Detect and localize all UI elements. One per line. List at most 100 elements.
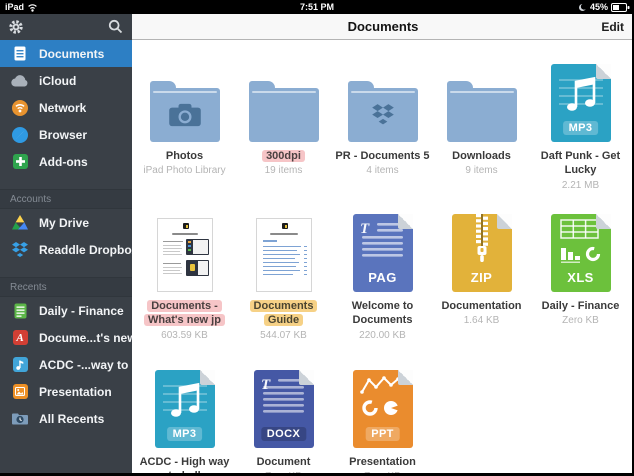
recent-item-label: All Recents xyxy=(39,411,105,426)
page-corner-fold xyxy=(595,64,611,79)
spreadsheet-file-icon xyxy=(11,302,29,320)
compass-browser-icon xyxy=(11,126,29,144)
recent-item-presentation[interactable]: Presentation xyxy=(0,378,132,405)
item-sublabel: iPad Photo Library xyxy=(143,165,226,177)
word-file-icon: T DOCX xyxy=(253,370,314,448)
recent-item-label: Docume...t's new jp xyxy=(39,330,132,345)
sidebar-item-readdle-dropbox[interactable]: Readdle Dropbox xyxy=(0,236,132,263)
sidebar-item-label: Documents xyxy=(39,46,105,61)
item-label: Daily - Finance xyxy=(541,300,620,312)
grid-item-whats-new-jp[interactable]: Documents - What's new jp 603.59 KB xyxy=(135,202,234,352)
mp3-file-icon: MP3 xyxy=(154,370,215,448)
file-type-badge: MP3 xyxy=(166,427,203,441)
dropbox-icon xyxy=(11,241,29,259)
item-sublabel: 9 items xyxy=(465,165,498,177)
grid-item-photos[interactable]: Photos iPad Photo Library xyxy=(135,54,234,202)
folder-icon xyxy=(248,81,319,142)
sidebar-item-browser[interactable]: Browser xyxy=(0,121,132,148)
file-type-badge: DOCX xyxy=(260,427,307,441)
screenshot-thumbnail xyxy=(185,260,209,276)
recents-folder-clock-icon xyxy=(11,410,29,428)
grid-item-acdc-mp3[interactable]: MP3 ACDC - High way to hell Zero KB xyxy=(135,358,234,476)
recent-item-daily-finance[interactable]: Daily - Finance xyxy=(0,297,132,324)
recent-item-label: ACDC -...way to hell xyxy=(39,357,132,372)
item-label: Welcome to Documents xyxy=(351,300,414,327)
item-label: Downloads xyxy=(452,150,511,162)
recent-item-pdf[interactable]: A Docume...t's new jp xyxy=(0,324,132,351)
sidebar-item-my-drive[interactable]: My Drive xyxy=(0,209,132,236)
page-corner-fold xyxy=(496,214,512,229)
item-label: Document xyxy=(256,456,311,468)
recent-item-label: Presentation xyxy=(39,384,112,399)
sidebar-item-label: Network xyxy=(39,100,87,115)
status-bar: iPad 7:51 PM 45% xyxy=(0,0,634,14)
item-sublabel: 544.07 KB xyxy=(260,329,307,341)
music-file-icon xyxy=(11,356,29,374)
grid-item-documents-guide[interactable]: Documents Guide 544.07 KB xyxy=(234,202,333,352)
grid-item-daily-finance-xls[interactable]: XLS Daily - Finance Zero KB xyxy=(531,202,630,352)
grid-row: MP3 ACDC - High way to hell Zero KB T xyxy=(132,358,634,476)
item-sublabel: 1.64 KB xyxy=(463,315,500,327)
mp3-file-icon: MP3 xyxy=(550,64,611,142)
svg-text:T: T xyxy=(261,377,271,393)
item-label: Daft Punk - Get Lucky xyxy=(540,150,621,177)
page-title: Documents xyxy=(347,19,419,34)
item-sublabel: 220.00 KB xyxy=(359,329,406,341)
item-label-highlighted: 300dpi xyxy=(262,150,305,162)
settings-gear-icon[interactable] xyxy=(8,19,24,35)
recent-item-acdc[interactable]: ACDC -...way to hell xyxy=(0,351,132,378)
file-type-badge: MP3 xyxy=(562,121,599,135)
file-type-badge: ZIP xyxy=(470,270,493,285)
sidebar-toolbar xyxy=(0,14,132,40)
sidebar-item-addons[interactable]: Add-ons xyxy=(0,148,132,175)
screenshot-thumbnail xyxy=(185,239,209,255)
main-panel: Documents Edit Photos iPad Photo Library… xyxy=(132,14,634,476)
item-label: Presentation xyxy=(349,456,416,468)
item-label: PR - Documents 5 xyxy=(335,150,430,162)
item-sublabel: 4 items xyxy=(366,165,399,177)
dropbox-glyph-icon xyxy=(348,88,418,142)
battery-icon xyxy=(611,2,630,12)
item-label-highlighted: Documents Guide xyxy=(249,300,318,327)
grid-item-documentation-zip[interactable]: ZIP Documentation 1.64 KB xyxy=(432,202,531,352)
cloud-icon xyxy=(11,72,29,90)
sidebar-item-network[interactable]: Network xyxy=(0,94,132,121)
file-type-badge: PPT xyxy=(365,427,400,441)
presentation-file-icon xyxy=(11,383,29,401)
grid-item-downloads[interactable]: Downloads 9 items xyxy=(432,54,531,202)
camera-icon xyxy=(150,88,220,142)
sidebar-item-label: Add-ons xyxy=(39,154,88,169)
item-sublabel: 603.59 KB xyxy=(161,329,208,341)
recents-section-header: Recents xyxy=(0,277,132,297)
file-type-badge: PAG xyxy=(368,270,397,285)
grid-item-pr-documents-5[interactable]: PR - Documents 5 4 items xyxy=(333,54,432,202)
document-preview xyxy=(255,218,312,292)
main-header: Documents Edit xyxy=(132,14,634,40)
grid-item-daft-punk-mp3[interactable]: MP3 Daft Punk - Get Lucky 2.21 MB xyxy=(531,54,630,202)
edit-button[interactable]: Edit xyxy=(601,14,624,40)
do-not-disturb-moon-icon xyxy=(578,3,587,11)
folder-icon xyxy=(446,81,517,142)
sidebar-item-label: Readdle Dropbox xyxy=(39,242,132,257)
page-corner-fold xyxy=(199,370,215,385)
item-sublabel: Zero KB xyxy=(562,315,599,327)
sidebar-item-documents[interactable]: Documents xyxy=(0,40,132,67)
google-drive-icon xyxy=(11,214,29,232)
documents-logo-icon xyxy=(281,223,288,229)
sidebar-item-label: My Drive xyxy=(39,215,90,230)
grid-item-presentation-ppt[interactable]: PPT Presentation Zero KB xyxy=(333,358,432,476)
grid-item-300dpi[interactable]: 300dpi 19 items xyxy=(234,54,333,202)
app-screen: iPad 7:51 PM 45% Documents iCloud Networ… xyxy=(0,0,634,476)
sidebar: Documents iCloud Network Browser Add-ons… xyxy=(0,14,132,476)
accounts-section-header: Accounts xyxy=(0,189,132,209)
grid-item-document-docx[interactable]: T DOCX Document Zero KB xyxy=(234,358,333,476)
grid-item-welcome-pag[interactable]: T PAG Welcome to Documents 220.00 KB xyxy=(333,202,432,352)
documents-logo-icon xyxy=(182,223,189,229)
battery-percent: 45% xyxy=(589,2,608,12)
item-label: Documentation xyxy=(441,300,522,312)
sidebar-item-icloud[interactable]: iCloud xyxy=(0,67,132,94)
recent-item-all-recents[interactable]: All Recents xyxy=(0,405,132,432)
zip-file-icon: ZIP xyxy=(451,214,512,292)
search-icon[interactable] xyxy=(108,19,123,34)
document-icon xyxy=(11,45,29,63)
